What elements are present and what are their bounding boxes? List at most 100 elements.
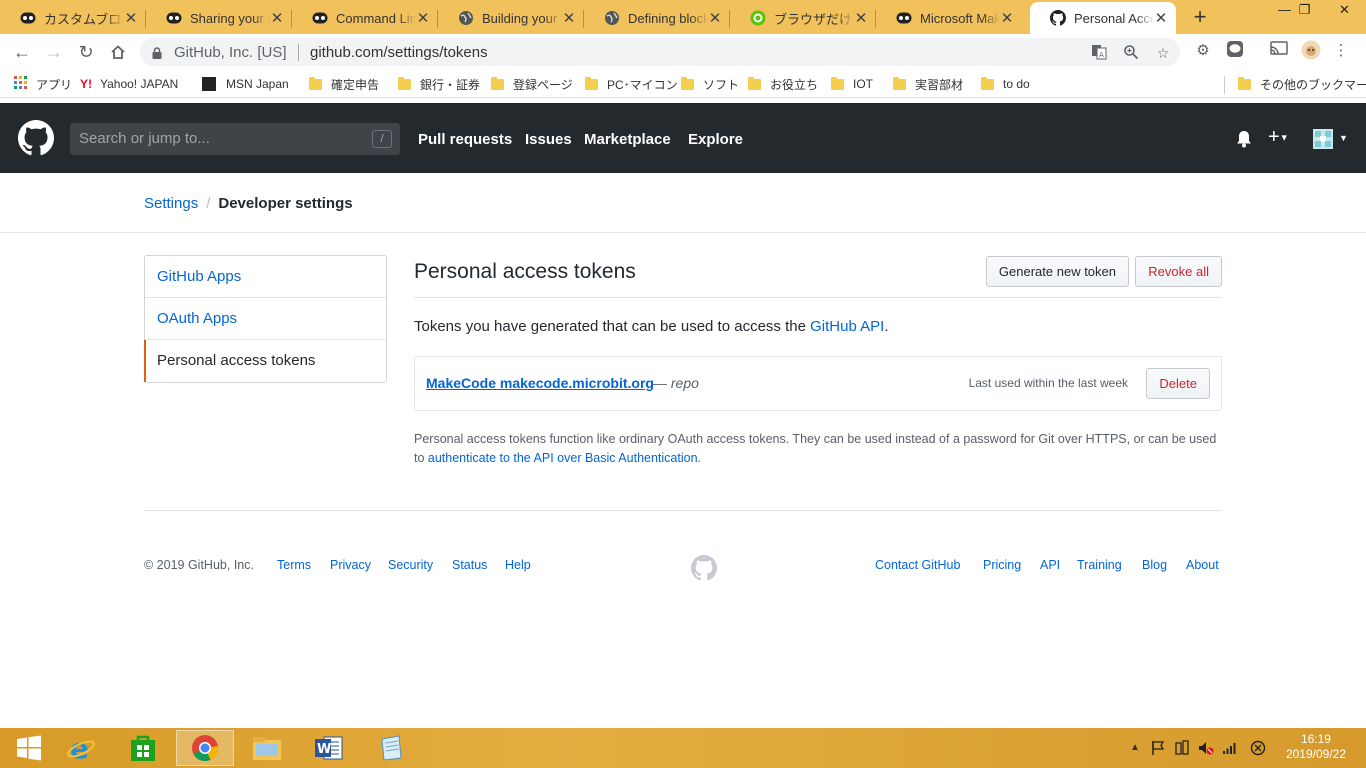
- footer-link-label[interactable]: Privacy: [330, 558, 371, 572]
- github-api-link[interactable]: GitHub API: [810, 318, 884, 335]
- translate-icon[interactable]: A: [1090, 44, 1108, 62]
- tray-overflow-chevron-icon[interactable]: ▲: [1130, 742, 1140, 753]
- volume-muted-icon[interactable]: [1198, 740, 1214, 759]
- bookmark-folder[interactable]: 銀行・証券: [398, 75, 480, 93]
- reload-icon[interactable]: ↻: [74, 40, 98, 64]
- forward-icon[interactable]: →: [42, 40, 66, 64]
- close-icon[interactable]: ✕: [708, 9, 722, 27]
- github-search-input[interactable]: Search or jump to... /: [70, 123, 400, 155]
- power-icon[interactable]: [1174, 740, 1190, 759]
- footer-link-label[interactable]: Contact GitHub: [875, 558, 960, 572]
- footer-link-training[interactable]: Training: [1077, 558, 1122, 572]
- footer-link-contact[interactable]: Contact GitHub: [875, 558, 960, 572]
- close-icon[interactable]: ✕: [124, 9, 138, 27]
- action-center-flag-icon[interactable]: [1150, 740, 1166, 759]
- tray-app-icon[interactable]: [1250, 740, 1266, 759]
- tab-1[interactable]: カスタムブロック - ✕: [0, 2, 146, 34]
- footer-link-terms[interactable]: Terms: [277, 558, 311, 572]
- menu-item-personal-access-tokens[interactable]: Personal access tokens: [144, 340, 386, 382]
- word-icon[interactable]: W: [300, 730, 358, 766]
- github-logo-icon[interactable]: [18, 120, 54, 156]
- footer-link-privacy[interactable]: Privacy: [330, 558, 371, 572]
- tab-8-active[interactable]: Personal Acce ✕: [1030, 2, 1176, 34]
- system-clock[interactable]: 16:19 2019/09/22: [1286, 732, 1346, 762]
- bookmark-star-icon[interactable]: ☆: [1154, 44, 1172, 62]
- windows-start-icon[interactable]: [0, 730, 58, 766]
- bookmark-other-folder[interactable]: その他のブックマーク: [1238, 75, 1366, 93]
- footer-link-label[interactable]: Pricing: [983, 558, 1021, 572]
- network-signal-icon[interactable]: [1222, 740, 1238, 759]
- footer-link-about[interactable]: About: [1186, 558, 1219, 572]
- footer-link-security[interactable]: Security: [388, 558, 433, 572]
- windows-store-icon[interactable]: [114, 730, 172, 766]
- footer-link-label[interactable]: API: [1040, 558, 1060, 572]
- bookmark-folder[interactable]: お役立ち: [748, 75, 818, 93]
- footer-link-label[interactable]: Training: [1077, 558, 1122, 572]
- address-bar[interactable]: GitHub, Inc. [US] github.com/settings/to…: [140, 38, 1180, 66]
- menu-item-github-apps[interactable]: GitHub Apps: [145, 256, 386, 298]
- footer-link-blog[interactable]: Blog: [1142, 558, 1167, 572]
- github-footer-mark-icon[interactable]: [691, 555, 717, 581]
- create-new-plus-icon[interactable]: +▼: [1268, 126, 1289, 149]
- footer-link-label[interactable]: Terms: [277, 558, 311, 572]
- close-icon[interactable]: ✕: [270, 9, 284, 27]
- footer-link-label[interactable]: About: [1186, 558, 1219, 572]
- restore-icon[interactable]: ❐: [1282, 0, 1327, 22]
- nav-marketplace[interactable]: Marketplace: [584, 131, 671, 148]
- new-tab-button[interactable]: +: [1188, 4, 1212, 30]
- line-extension-icon[interactable]: [1224, 40, 1246, 62]
- nav-explore[interactable]: Explore: [688, 131, 743, 148]
- tab-5[interactable]: Defining block ✕: [584, 2, 730, 34]
- chrome-icon[interactable]: [176, 730, 234, 766]
- footer-link-label[interactable]: Status: [452, 558, 487, 572]
- bookmark-folder[interactable]: 確定申告: [309, 75, 379, 93]
- notepad-icon[interactable]: [362, 730, 420, 766]
- tab-3[interactable]: Command Line ✕: [292, 2, 438, 34]
- tab-4[interactable]: Building your ✕: [438, 2, 584, 34]
- close-icon[interactable]: ✕: [854, 9, 868, 27]
- bookmark-folder[interactable]: to do: [981, 75, 1030, 93]
- close-icon[interactable]: ✕: [1000, 9, 1014, 27]
- menu-item-oauth-apps[interactable]: OAuth Apps: [145, 298, 386, 340]
- bookmark-folder[interactable]: 実習部材: [893, 75, 963, 93]
- bookmark-folder[interactable]: IOT: [831, 75, 873, 93]
- profile-avatar-icon[interactable]: [1300, 40, 1322, 62]
- home-icon[interactable]: [106, 40, 130, 64]
- user-avatar-menu[interactable]: ▼: [1313, 129, 1348, 153]
- bookmark-msn[interactable]: MSN Japan: [202, 75, 289, 93]
- nav-issues[interactable]: Issues: [525, 131, 572, 148]
- basic-auth-link[interactable]: authenticate to the API over Basic Authe…: [428, 451, 698, 465]
- bookmark-folder[interactable]: 登録ページ: [491, 75, 573, 93]
- tab-7[interactable]: Microsoft Mak ✕: [876, 2, 1022, 34]
- close-icon[interactable]: ✕: [416, 9, 430, 27]
- extension-icon[interactable]: ⚙: [1192, 40, 1214, 62]
- footer-link-status[interactable]: Status: [452, 558, 487, 572]
- file-explorer-icon[interactable]: [238, 730, 296, 766]
- footer-link-api[interactable]: API: [1040, 558, 1060, 572]
- footer-link-label[interactable]: Blog: [1142, 558, 1167, 572]
- cast-icon[interactable]: [1268, 40, 1290, 62]
- back-icon[interactable]: ←: [10, 40, 34, 64]
- revoke-all-button[interactable]: Revoke all: [1135, 256, 1222, 287]
- tab-2[interactable]: Sharing your p ✕: [146, 2, 292, 34]
- footer-link-pricing[interactable]: Pricing: [983, 558, 1021, 572]
- tab-6[interactable]: ブラウザだけで m ✕: [730, 2, 876, 34]
- bookmark-yahoo[interactable]: Y! Yahoo! JAPAN: [80, 75, 178, 93]
- notifications-bell-icon[interactable]: [1236, 130, 1252, 152]
- nav-pull-requests[interactable]: Pull requests: [418, 131, 512, 148]
- token-name-link[interactable]: MakeCode makecode.microbit.org: [426, 375, 654, 391]
- bookmark-folder[interactable]: ソフト: [681, 75, 739, 93]
- url-text[interactable]: github.com/settings/tokens: [310, 44, 488, 61]
- window-close-icon[interactable]: ✕: [1322, 0, 1366, 22]
- footer-link-label[interactable]: Help: [505, 558, 531, 572]
- close-icon[interactable]: ✕: [562, 9, 576, 27]
- bookmark-folder[interactable]: PC･マイコン: [585, 75, 678, 93]
- breadcrumb-settings-link[interactable]: Settings: [144, 195, 198, 212]
- footer-link-help[interactable]: Help: [505, 558, 531, 572]
- footer-link-label[interactable]: Security: [388, 558, 433, 572]
- delete-token-button[interactable]: Delete: [1146, 368, 1210, 399]
- chrome-menu-icon[interactable]: ⋮: [1330, 40, 1352, 62]
- zoom-icon[interactable]: [1122, 44, 1140, 62]
- internet-explorer-icon[interactable]: e: [52, 730, 110, 766]
- close-icon[interactable]: ✕: [1154, 9, 1168, 27]
